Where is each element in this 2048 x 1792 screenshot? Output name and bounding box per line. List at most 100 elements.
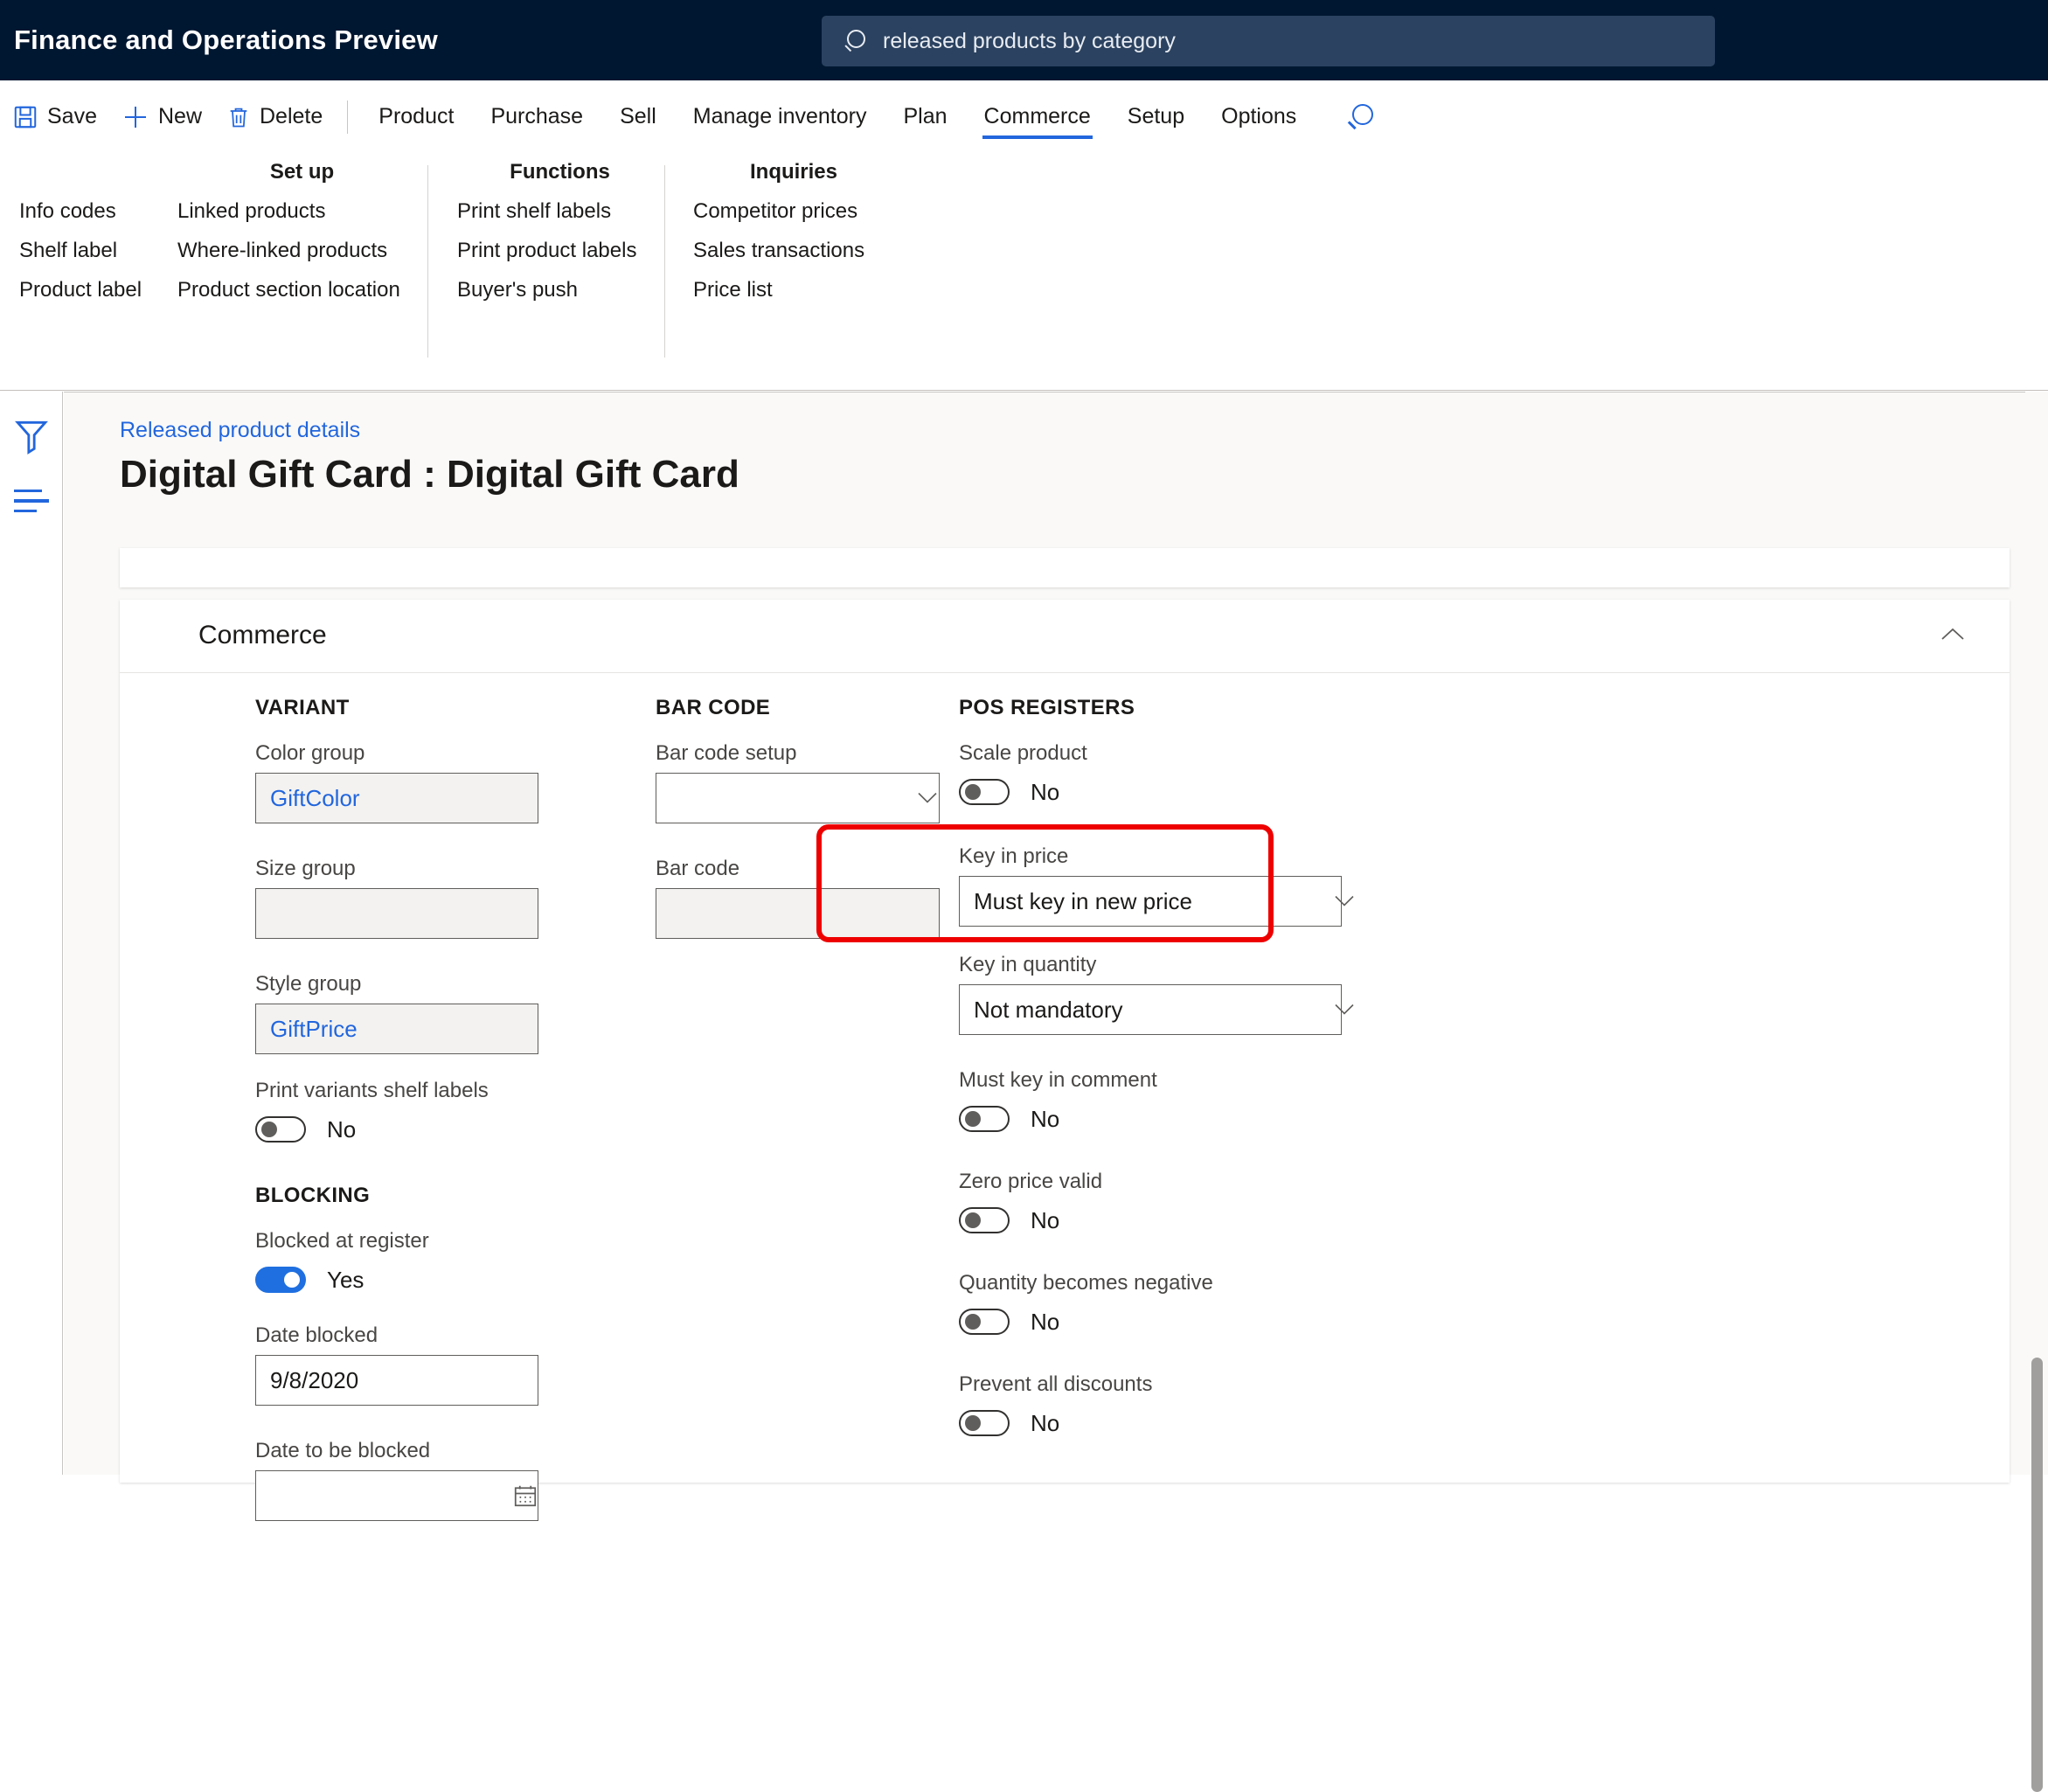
chevron-up-icon[interactable] [1941, 628, 1964, 642]
tab-product[interactable]: Product [360, 80, 472, 153]
global-search-value: released products by category [883, 28, 1176, 53]
bar-code-setup-wrap [656, 773, 953, 823]
save-button[interactable]: Save [0, 80, 109, 153]
prevent-all-discounts-toggle[interactable] [959, 1410, 1010, 1436]
toggle-knob [261, 1122, 277, 1137]
key-in-price-dropdown[interactable]: Must key in new price [959, 876, 1342, 927]
delete-button[interactable]: Delete [214, 80, 335, 153]
style-group-field[interactable]: GiftPrice [255, 1004, 538, 1054]
date-blocked-field[interactable]: 9/8/2020 [255, 1355, 538, 1406]
tab-options-label: Options [1221, 104, 1297, 128]
list-lines-icon[interactable] [14, 490, 49, 516]
tab-plan-label: Plan [903, 104, 948, 128]
print-variants-shelf-labels-label: Print variants shelf labels [255, 1079, 489, 1102]
pos-registers-heading: POS REGISTERS [959, 696, 1135, 719]
scale-product-label: Scale product [959, 741, 1087, 765]
ribbon-item-print-shelf-labels[interactable]: Print shelf labels [457, 191, 663, 231]
tab-setup[interactable]: Setup [1109, 80, 1203, 153]
key-in-quantity-dropdown[interactable]: Not mandatory [959, 984, 1342, 1035]
print-variants-shelf-labels-toggle[interactable] [255, 1116, 306, 1143]
trash-icon [226, 105, 251, 129]
tab-manage-inventory-label: Manage inventory [692, 104, 867, 128]
toggle-knob [965, 1415, 981, 1431]
tab-commerce[interactable]: Commerce [966, 80, 1109, 153]
tab-manage-inventory[interactable]: Manage inventory [675, 80, 885, 153]
tab-options[interactable]: Options [1203, 80, 1315, 153]
key-in-quantity-label: Key in quantity [959, 953, 1097, 976]
must-key-in-comment-state: No [1031, 1105, 1060, 1132]
ribbon-column-setup: Set up Linked products Where-linked prod… [177, 153, 427, 309]
date-to-be-blocked-field[interactable] [255, 1470, 538, 1521]
blocked-at-register-row: Yes [255, 1261, 552, 1299]
size-group-field[interactable] [255, 888, 538, 939]
ribbon-item-buyers-push[interactable]: Buyer's push [457, 270, 663, 309]
print-variants-shelf-labels-state: No [327, 1115, 357, 1143]
tab-plan[interactable]: Plan [885, 80, 965, 153]
ribbon-column-inquiries: Inquiries Competitor prices Sales transa… [693, 153, 894, 309]
ribbon-item-info-codes[interactable]: Info codes [19, 191, 177, 231]
tab-purchase[interactable]: Purchase [472, 80, 601, 153]
ribbon-group-title-setup: Set up [269, 160, 335, 184]
list-line-3 [14, 509, 37, 513]
action-pane: Save New Delete Product Purchase Sell Ma… [0, 80, 2048, 153]
calendar-icon[interactable] [512, 1483, 538, 1509]
chevron-down-icon[interactable] [1335, 895, 1354, 907]
must-key-in-comment-toggle[interactable] [959, 1106, 1010, 1132]
tab-sell-label: Sell [620, 104, 656, 128]
commerce-ribbon: Info codes Shelf label Product label Set… [0, 153, 2048, 391]
prevent-all-discounts-state: No [1031, 1409, 1060, 1436]
scale-product-state: No [1031, 778, 1060, 805]
ribbon-group-title-functions: Functions [510, 160, 610, 184]
vertical-scrollbar-track[interactable] [2025, 392, 2048, 1792]
scale-product-toggle[interactable] [959, 779, 1010, 805]
toggle-knob [965, 784, 981, 800]
ribbon-item-print-product-labels[interactable]: Print product labels [457, 231, 663, 270]
scale-product-row: No [959, 773, 1370, 811]
top-header-bar: Finance and Operations Preview released … [0, 0, 2048, 80]
chevron-down-icon[interactable] [918, 792, 937, 804]
ribbon-item-linked-products[interactable]: Linked products [177, 191, 427, 231]
bar-code-setup-label: Bar code setup [656, 741, 797, 765]
blocked-at-register-toggle[interactable] [255, 1267, 306, 1293]
ribbon-item-price-list[interactable]: Price list [693, 270, 894, 309]
app-title: Finance and Operations Preview [14, 24, 438, 55]
commerce-section-card: Commerce VARIANT Color group GiftColor S… [120, 600, 2010, 1521]
bar-code-label: Bar code [656, 857, 740, 880]
toggle-knob [965, 1212, 981, 1228]
bar-code-setup-dropdown[interactable] [656, 773, 940, 823]
quantity-becomes-negative-state: No [1031, 1308, 1060, 1335]
prevent-all-discounts-label: Prevent all discounts [959, 1372, 1153, 1396]
bar-code-field[interactable] [656, 888, 940, 939]
ribbon-item-competitor-prices[interactable]: Competitor prices [693, 191, 894, 231]
zero-price-valid-state: No [1031, 1206, 1060, 1233]
tab-setup-label: Setup [1127, 104, 1185, 128]
zero-price-valid-toggle[interactable] [959, 1207, 1010, 1233]
barcode-heading: BAR CODE [656, 696, 771, 719]
color-group-field[interactable]: GiftColor [255, 773, 538, 823]
new-button[interactable]: New [109, 80, 214, 153]
tab-sell[interactable]: Sell [601, 80, 675, 153]
ribbon-item-product-section-location[interactable]: Product section location [177, 270, 427, 309]
breadcrumb[interactable]: Released product details [120, 418, 360, 443]
vertical-scrollbar-thumb[interactable] [2031, 1358, 2043, 1792]
ribbon-item-sales-transactions[interactable]: Sales transactions [693, 231, 894, 270]
filter-funnel-icon[interactable] [14, 418, 49, 456]
chevron-down-icon[interactable] [1335, 1004, 1354, 1016]
ribbon-divider-2 [664, 165, 665, 358]
action-pane-search-icon[interactable] [1341, 97, 1381, 137]
ribbon-item-where-linked-products[interactable]: Where-linked products [177, 231, 427, 270]
toggle-knob [965, 1314, 981, 1330]
search-icon [844, 30, 867, 52]
variant-column: VARIANT Color group GiftColor Size group… [255, 696, 552, 1521]
save-icon [12, 104, 38, 130]
ribbon-item-shelf-label[interactable]: Shelf label [19, 231, 177, 270]
quantity-becomes-negative-row: No [959, 1302, 1370, 1341]
global-search-box[interactable]: released products by category [822, 16, 1715, 66]
ribbon-item-product-label[interactable]: Product label [19, 270, 177, 309]
delete-button-label: Delete [260, 104, 323, 128]
commerce-section-header[interactable]: Commerce [120, 600, 2010, 673]
ribbon-divider-1 [427, 165, 428, 358]
key-in-price-label: Key in price [959, 844, 1069, 868]
quantity-becomes-negative-toggle[interactable] [959, 1309, 1010, 1335]
blocked-at-register-state: Yes [327, 1266, 364, 1293]
